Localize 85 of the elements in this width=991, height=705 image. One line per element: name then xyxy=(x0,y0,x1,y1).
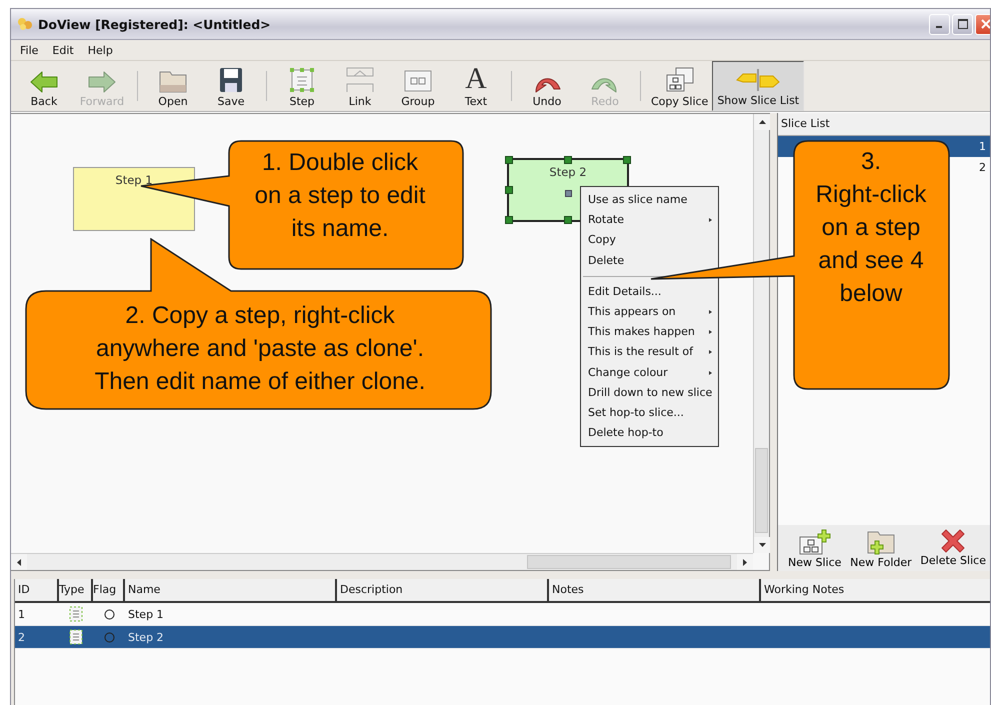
table-cell-text: Step 2 xyxy=(127,630,165,644)
selection-handle[interactable] xyxy=(505,156,513,164)
scrollbar-thumb[interactable] xyxy=(527,555,731,569)
scroll-down-button[interactable] xyxy=(754,537,770,553)
letter-a-icon: A xyxy=(465,65,487,93)
toolbar-button[interactable]: Open xyxy=(144,61,202,111)
menu-item[interactable]: Edit xyxy=(47,44,79,56)
center-handle[interactable] xyxy=(565,190,572,197)
column-header[interactable]: Type xyxy=(59,579,93,601)
scrollbar-thumb[interactable] xyxy=(755,448,768,533)
context-menu-item[interactable]: Drill down to new slice xyxy=(581,382,718,403)
horizontal-scrollbar[interactable] xyxy=(11,553,753,570)
flag-circle-icon xyxy=(104,608,114,620)
table-cell-text: Step 1 xyxy=(127,608,165,620)
minimize-button[interactable] xyxy=(929,14,950,34)
folder-icon xyxy=(159,69,187,93)
link-connector-icon xyxy=(346,67,374,93)
up-arrow-icon xyxy=(758,120,766,124)
scroll-left-button[interactable] xyxy=(11,554,27,570)
slice-button[interactable]: Delete Slice xyxy=(918,529,988,569)
new-slice-icon xyxy=(798,529,832,555)
signpost-icon xyxy=(735,68,782,92)
right-arrow-icon xyxy=(88,71,116,93)
selection-handle[interactable] xyxy=(564,216,572,224)
group-box-icon xyxy=(404,69,432,93)
left-arrow-icon xyxy=(30,71,58,93)
toolbar-button[interactable]: Link xyxy=(331,61,389,111)
app-logo-icon xyxy=(17,17,33,31)
context-menu-item[interactable]: Edit Details... xyxy=(581,282,718,302)
step-box[interactable]: Step 1 xyxy=(73,167,195,231)
callout-text: 2. Copy a step, right-click anywhere and 'paste as clone'. Then edit name of either clone. xyxy=(94,301,426,397)
column-header[interactable]: Name xyxy=(125,579,337,601)
context-menu-item[interactable]: Delete hop-to xyxy=(581,423,718,444)
delete-icon xyxy=(940,529,966,553)
selection-handle[interactable] xyxy=(505,186,513,194)
context-menu-item[interactable]: Change colour xyxy=(581,362,718,383)
flag-circle-icon xyxy=(104,632,114,642)
selection-handle[interactable] xyxy=(505,216,513,224)
table-cell-text: 2 xyxy=(17,630,26,644)
column-header[interactable]: Flag xyxy=(93,579,125,601)
toolbar-button[interactable]: Save xyxy=(202,61,260,111)
menu-item[interactable]: Help xyxy=(82,44,118,56)
step-type-icon xyxy=(69,606,83,622)
menu-item[interactable]: File xyxy=(15,44,44,56)
column-header[interactable]: Description xyxy=(337,579,549,601)
context-menu-item[interactable]: This makes happen xyxy=(581,322,718,342)
context-menu-item[interactable]: This appears on xyxy=(581,302,718,322)
scroll-up-button[interactable] xyxy=(754,114,770,130)
close-icon xyxy=(980,19,990,29)
toolbar-button[interactable]: Copy Slice xyxy=(647,61,712,111)
table-row[interactable]: 2 Step 2 xyxy=(15,626,990,649)
left-arrow-icon xyxy=(17,558,21,566)
right-arrow-icon xyxy=(743,558,747,566)
slice-button[interactable]: New Folder xyxy=(848,529,914,569)
folder-add-icon xyxy=(866,529,896,555)
maximize-button[interactable] xyxy=(952,14,973,34)
toolbar-button[interactable]: Undo xyxy=(518,61,576,111)
toolbar-button[interactable]: Group xyxy=(389,61,447,111)
column-header[interactable]: Notes xyxy=(549,579,761,601)
panel-title: Slice List xyxy=(778,113,990,136)
scroll-right-button[interactable] xyxy=(737,554,753,570)
copy-slice-icon xyxy=(664,67,695,93)
step-type-icon xyxy=(69,629,83,645)
slice-button[interactable]: New Slice xyxy=(786,529,844,569)
vertical-scrollbar[interactable] xyxy=(753,114,769,553)
selection-handle[interactable] xyxy=(623,156,631,164)
callout-text: 1. Double click on a step to edit its name. xyxy=(254,148,426,244)
context-menu-item[interactable]: This is the result of xyxy=(581,342,718,362)
column-header[interactable]: Working Notes xyxy=(761,579,990,601)
toolbar-button[interactable]: Step xyxy=(273,61,331,111)
step-box-icon xyxy=(289,67,315,93)
context-menu-item[interactable]: Delete xyxy=(581,250,718,271)
context-menu-item[interactable]: Set hop-to slice... xyxy=(581,402,718,424)
column-header[interactable]: ID xyxy=(15,579,59,601)
window-title: DoView [Registered]: <Untitled> xyxy=(38,16,272,32)
toolbar-button[interactable]: Back xyxy=(15,61,73,111)
selection-handle[interactable] xyxy=(564,156,572,164)
table-cell-text: 1 xyxy=(17,608,26,620)
context-menu-item[interactable]: Copy xyxy=(581,230,718,251)
callout-text: 3. Right-click on a step and see 4 below xyxy=(814,147,928,309)
toolbar-button[interactable]: Show Slice List xyxy=(712,61,804,111)
close-button[interactable] xyxy=(975,14,990,34)
down-arrow-icon xyxy=(758,543,766,547)
maximize-icon xyxy=(958,19,968,29)
toolbar-button[interactable]: A Text xyxy=(447,61,505,111)
